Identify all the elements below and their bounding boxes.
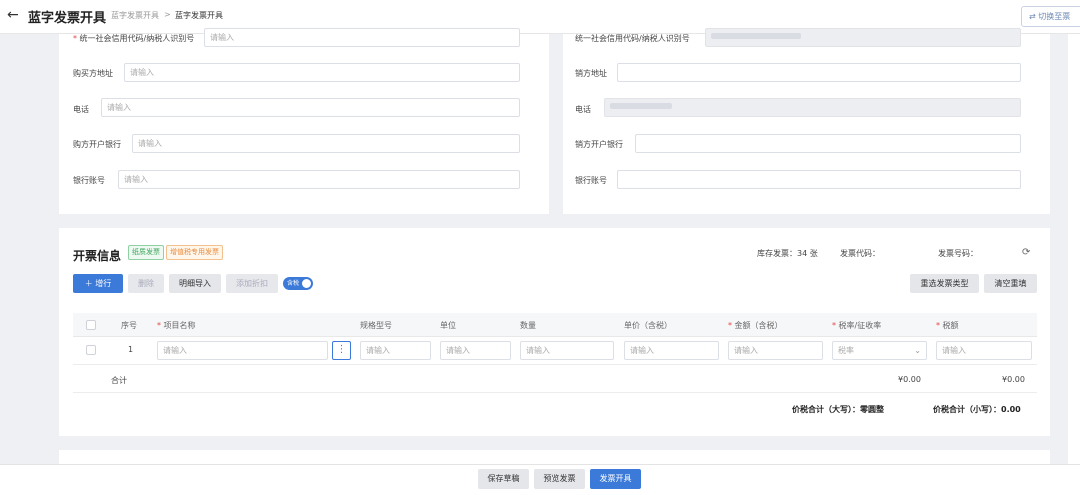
buyer-account-input[interactable]: 请输入 (118, 170, 520, 189)
add-row-button[interactable]: ＋ 增行 (73, 274, 123, 293)
breadcrumb-item-parent[interactable]: 蓝字发票开具 (111, 10, 159, 21)
row-checkbox[interactable] (86, 345, 96, 355)
reselect-invoice-type-button[interactable]: 重选发票类型 (910, 274, 979, 293)
grand-total-upper: 价税合计（大写）：零圆整 (792, 405, 884, 414)
col-spec: 规格型号 (360, 321, 392, 330)
col-unit-price: 单价（含税） (624, 321, 672, 330)
invoice-code-label: 发票代码： (840, 249, 880, 258)
item-name-input[interactable]: 请输入 (157, 341, 328, 360)
import-detail-button[interactable]: 明细导入 (169, 274, 221, 293)
right-edge (1068, 34, 1080, 464)
switch-icon: ⇄ (1029, 12, 1036, 21)
more-options-icon[interactable]: ⋮ (332, 341, 351, 360)
toggle-label: 含税 (287, 280, 300, 287)
col-tax-rate: * 税率/征收率 (832, 321, 882, 330)
seller-phone-label: 电话 (575, 105, 591, 114)
seller-address-label: 销方地址 (575, 69, 607, 78)
seller-bank-label: 销方开户银行 (575, 140, 623, 149)
breadcrumb-item-current: 蓝字发票开具 (175, 11, 223, 20)
delete-button[interactable]: 删除 (128, 274, 164, 293)
chevron-down-icon: ⌄ (914, 346, 921, 355)
toggle-knob (302, 279, 311, 288)
arrow-left-icon[interactable]: ← (7, 7, 19, 23)
col-unit: 单位 (440, 321, 456, 330)
tax-included-toggle[interactable]: 含税 (283, 277, 313, 290)
invoice-section-title: 开票信息 (73, 249, 122, 263)
total-tax: ¥0.00 (1002, 375, 1025, 384)
total-amount: ¥0.00 (898, 375, 921, 384)
invoice-number-label: 发票号码： (938, 249, 978, 258)
buyer-phone-input[interactable]: 请输入 (101, 98, 520, 117)
vat-special-invoice-tag: 增值税专用发票 (166, 245, 223, 260)
seller-account-label: 银行账号 (575, 176, 607, 185)
row-divider (73, 364, 1037, 365)
page-title: 蓝字发票开具 (28, 11, 107, 26)
buyer-account-label: 银行账号 (73, 176, 105, 185)
save-draft-button[interactable]: 保存草稿 (478, 469, 529, 489)
issue-invoice-button[interactable]: 发票开具 (590, 469, 641, 489)
stock-count: 库存发票：34 张 (757, 249, 818, 258)
quantity-input[interactable]: 请输入 (520, 341, 614, 360)
redacted-value (610, 103, 672, 109)
switch-button[interactable]: ⇄ 切换至票 (1021, 6, 1080, 27)
clear-refill-button[interactable]: 清空重填 (984, 274, 1037, 293)
unit-input[interactable]: 请输入 (440, 341, 511, 360)
switch-button-label: 切换至票 (1038, 12, 1071, 21)
next-card (59, 450, 1050, 464)
col-item-name: * 项目名称 (157, 321, 196, 330)
seller-account-input[interactable] (617, 170, 1021, 189)
spec-input[interactable]: 请输入 (360, 341, 431, 360)
amount-input[interactable]: 请输入 (728, 341, 823, 360)
seller-tax-id-label: 统一社会信用代码/纳税人识别号 (575, 34, 690, 43)
preview-invoice-button[interactable]: 预览发票 (534, 469, 585, 489)
total-label: 合计 (111, 376, 127, 385)
unit-price-input[interactable]: 请输入 (624, 341, 719, 360)
table-header (73, 313, 1037, 337)
paper-invoice-tag: 纸质发票 (128, 245, 164, 260)
col-amount: * 金额（含税） (728, 321, 783, 330)
seller-bank-input[interactable] (635, 134, 1021, 153)
col-index: 序号 (121, 321, 137, 330)
tax-rate-placeholder: 税率 (838, 346, 854, 355)
buyer-address-label: 购买方地址 (73, 69, 113, 78)
refresh-icon[interactable]: ⟳ (1022, 247, 1030, 258)
buyer-bank-input[interactable]: 请输入 (132, 134, 520, 153)
buyer-bank-label: 购方开户银行 (73, 140, 121, 149)
tax-rate-select[interactable]: 税率 ⌄ (832, 341, 927, 360)
col-quantity: 数量 (520, 321, 536, 330)
grand-total-lower: 价税合计（小写）：0.00 (933, 405, 1021, 414)
row-divider (73, 392, 1037, 393)
row-index: 1 (128, 345, 134, 354)
select-all-checkbox[interactable] (86, 320, 96, 330)
redacted-value (711, 33, 801, 39)
seller-address-input[interactable] (617, 63, 1021, 82)
breadcrumb-separator: > (164, 10, 171, 19)
tax-amount-input[interactable]: 请输入 (936, 341, 1032, 360)
col-tax-amount: * 税额 (936, 321, 959, 330)
buyer-tax-id-input[interactable]: 请输入 (204, 28, 520, 47)
buyer-phone-label: 电话 (73, 105, 89, 114)
add-discount-button[interactable]: 添加折扣 (226, 274, 278, 293)
buyer-tax-id-label: * 统一社会信用代码/纳税人识别号 (73, 34, 195, 43)
buyer-address-input[interactable]: 请输入 (124, 63, 520, 82)
